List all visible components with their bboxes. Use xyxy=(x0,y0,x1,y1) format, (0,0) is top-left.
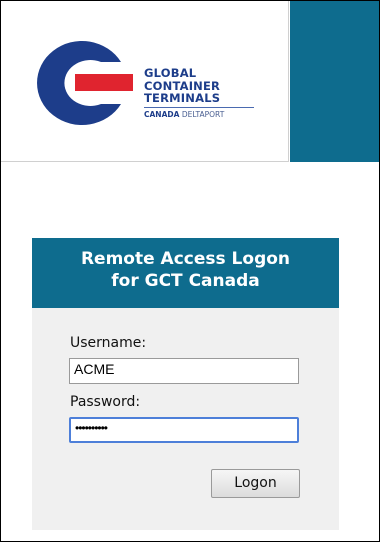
login-panel: Remote Access Logon for GCT Canada Usern… xyxy=(32,238,339,530)
login-title-line2: for GCT Canada xyxy=(111,271,260,291)
page-frame: GLOBAL CONTAINER TERMINALS CANADA DELTAP… xyxy=(0,0,380,542)
login-title: Remote Access Logon for GCT Canada xyxy=(32,238,339,308)
brand-line-global: GLOBAL xyxy=(144,66,197,80)
brand-sub-canada: CANADA xyxy=(144,109,180,119)
brand-wordmark: GLOBAL CONTAINER TERMINALS CANADA DELTAP… xyxy=(144,67,254,119)
username-input[interactable]: ACME xyxy=(69,358,299,384)
brand-line-terminals: TERMINALS xyxy=(144,91,221,105)
login-title-line1: Remote Access Logon xyxy=(80,249,291,269)
brand-sub-deltaport: DELTAPORT xyxy=(181,109,225,119)
gct-logo-icon xyxy=(37,40,133,126)
header: GLOBAL CONTAINER TERMINALS CANADA DELTAP… xyxy=(1,1,379,162)
password-label: Password: xyxy=(70,394,141,410)
logo-area: GLOBAL CONTAINER TERMINALS CANADA DELTAP… xyxy=(1,1,289,162)
logon-button[interactable]: Logon xyxy=(211,469,300,498)
brand-divider xyxy=(144,106,254,108)
password-input[interactable]: •••••••••• xyxy=(69,417,299,443)
header-accent-bar xyxy=(290,1,379,162)
brand-subtitle: CANADA DELTAPORT xyxy=(144,110,254,119)
username-label: Username: xyxy=(70,335,147,351)
